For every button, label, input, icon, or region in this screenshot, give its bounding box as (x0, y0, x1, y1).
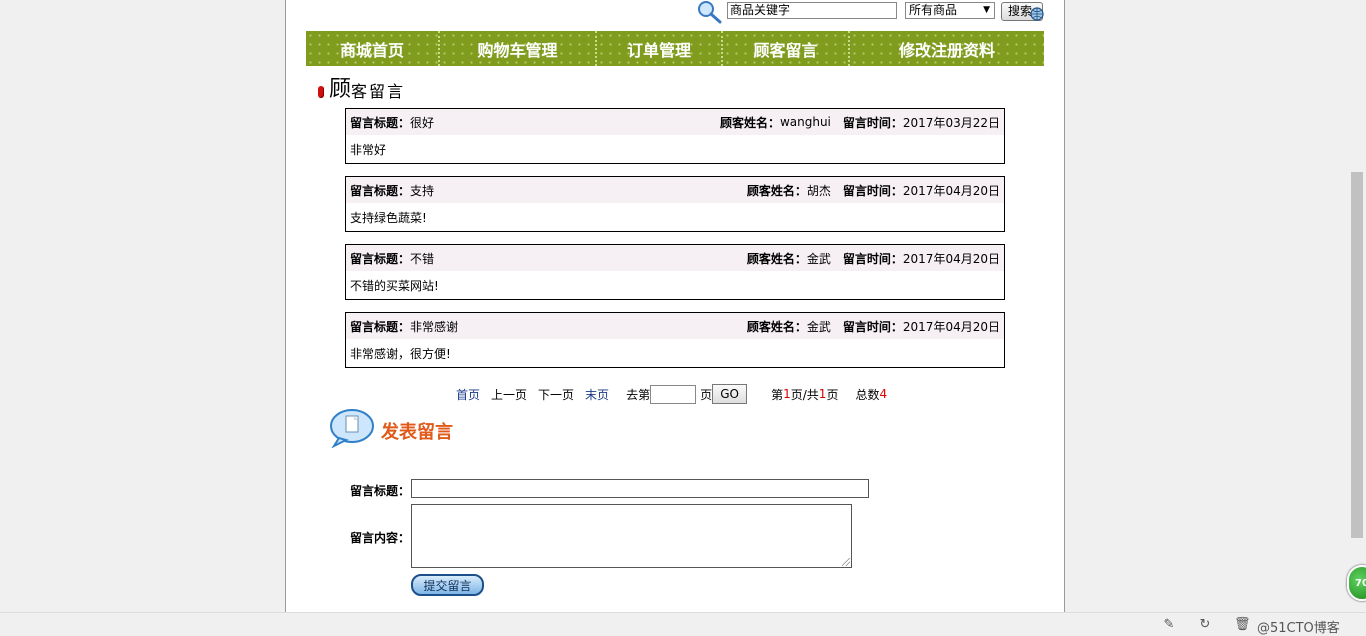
refresh-icon[interactable]: ↻ (1198, 618, 1212, 632)
nav-item-profile[interactable]: 修改注册资料 (850, 31, 1044, 66)
nav-item-cart[interactable]: 购物车管理 (440, 31, 597, 66)
pager-last-link[interactable]: 末页 (585, 386, 609, 403)
page-container: 商品关键字 所有商品 ▼ 搜索 商城首页 购物车管理 订单管理 顾客留言 修改注… (285, 0, 1065, 612)
message-name: 金武 (806, 319, 831, 334)
message-time: 2017年03月22日 (902, 115, 1000, 130)
message-time: 2017年04月20日 (902, 183, 1000, 198)
floating-badge[interactable]: 70 (1347, 565, 1366, 601)
message-name: 胡杰 (806, 183, 831, 198)
pager-current: 1 (783, 387, 791, 401)
message-card: 留言标题： 不错 顾客姓名： 金武 留言时间： 2017年04月20日 不错的买菜网站… (345, 244, 1005, 300)
message-title-input[interactable] (411, 479, 869, 498)
message-title: 很好 (410, 115, 435, 130)
message-title-label: 留言标题： (350, 115, 411, 130)
message-card: 留言标题： 支持 顾客姓名： 胡杰 留言时间： 2017年04月20日 支持绿色蔬菜! (345, 176, 1005, 232)
nav-item-orders[interactable]: 订单管理 (597, 31, 723, 66)
nav-item-home[interactable]: 商城首页 (306, 31, 440, 66)
message-time-label: 留言时间： (842, 115, 903, 130)
vertical-scrollbar[interactable] (1349, 0, 1366, 612)
bullet-icon (318, 86, 324, 98)
pager-count: 4 (879, 387, 888, 401)
search-button-label: 搜索 (1008, 4, 1033, 18)
page-title-rest: 客留言 (351, 82, 406, 101)
message-content: 不错的买菜网站! (350, 278, 439, 293)
message-name-label: 顾客姓名： (719, 115, 780, 130)
pager-page-mid: 页/共 (790, 387, 819, 402)
category-select-value: 所有商品 (909, 3, 958, 17)
pager-prev: 上一页 (491, 387, 528, 402)
search-button[interactable]: 搜索 (1001, 2, 1044, 21)
message-name-label: 顾客姓名： (746, 183, 807, 198)
page-number-input[interactable] (650, 384, 697, 404)
message-title-label: 留言标题： (350, 183, 411, 198)
message-card: 留言标题： 很好 顾客姓名： wanghui 留言时间： 2017年03月22日 非常… (345, 108, 1005, 164)
message-title-label: 留言标题： (350, 319, 411, 334)
message-name-label: 顾客姓名： (746, 319, 807, 334)
message-header: 留言标题： 很好 顾客姓名： wanghui 留言时间： 2017年03月22日 (346, 109, 1004, 135)
message-content-textarea[interactable] (411, 504, 852, 568)
message-content: 支持绿色蔬菜! (350, 210, 427, 225)
search-input[interactable]: 商品关键字 (727, 2, 897, 19)
pager-total-pages: 1 (818, 387, 827, 401)
pager-page-suffix: 页 (826, 387, 839, 402)
message-content: 非常感谢，很方便! (350, 346, 451, 361)
trash-icon[interactable]: 🗑 (1234, 618, 1251, 632)
message-header: 留言标题： 非常感谢 顾客姓名： 金武 留言时间： 2017年04月20日 (346, 313, 1004, 339)
pager-goto-prefix: 去第 (626, 387, 651, 402)
message-title: 支持 (410, 183, 435, 198)
category-select[interactable]: 所有商品 ▼ (905, 2, 995, 19)
message-title: 不错 (410, 251, 435, 266)
resize-grip-icon[interactable] (842, 558, 850, 566)
magnifier-icon (698, 1, 722, 24)
status-bar: ✎ ↻ 🗑 @51CTO博客 (0, 612, 1366, 636)
pagination: 首页 上一页 下一页 末页 去第 页 GO 第 1 页/共 1 页 总数 4 (456, 383, 887, 405)
pager-goto-suffix: 页 (700, 387, 713, 402)
pager-first-link[interactable]: 首页 (456, 386, 480, 403)
message-content: 非常好 (350, 142, 387, 157)
pager-page-prefix: 第 (771, 387, 784, 402)
message-time-label: 留言时间： (842, 183, 903, 198)
pin-icon[interactable]: ✎ (1162, 618, 1176, 632)
scrollbar-thumb[interactable] (1351, 172, 1363, 538)
message-name: wanghui (779, 115, 831, 129)
message-time-label: 留言时间： (842, 251, 903, 266)
speech-bubble-icon (330, 409, 374, 448)
message-title: 非常感谢 (410, 319, 459, 334)
go-button[interactable]: GO (712, 384, 748, 404)
post-message-title: 发表留言 (381, 422, 453, 443)
message-time-label: 留言时间： (842, 319, 903, 334)
message-card: 留言标题： 非常感谢 顾客姓名： 金武 留言时间： 2017年04月20日 非常感谢，… (345, 312, 1005, 368)
content-field-label: 留言内容： (350, 531, 411, 545)
pager-next: 下一页 (538, 387, 575, 402)
post-message-heading: 发表留言 (329, 408, 453, 448)
message-header: 留言标题： 不错 顾客姓名： 金武 留言时间： 2017年04月20日 (346, 245, 1004, 271)
page-title: 顾 客留言 (318, 76, 405, 102)
submit-message-button[interactable]: 提交留言 (411, 574, 484, 596)
message-name: 金武 (806, 251, 831, 266)
main-nav: 商城首页 购物车管理 订单管理 顾客留言 修改注册资料 (306, 31, 1044, 66)
message-title-label: 留言标题： (350, 251, 411, 266)
nav-item-messages[interactable]: 顾客留言 (723, 31, 850, 66)
watermark: @51CTO博客 (1257, 621, 1340, 636)
chevron-down-icon: ▼ (983, 5, 990, 15)
globe-icon (1030, 7, 1044, 21)
page-title-first: 顾 (329, 77, 352, 102)
message-time: 2017年04月20日 (902, 319, 1000, 334)
message-name-label: 顾客姓名： (746, 251, 807, 266)
message-time: 2017年04月20日 (902, 251, 1000, 266)
pager-count-label: 总数 (855, 387, 880, 402)
title-field-label: 留言标题： (350, 484, 411, 498)
message-header: 留言标题： 支持 顾客姓名： 胡杰 留言时间： 2017年04月20日 (346, 177, 1004, 203)
